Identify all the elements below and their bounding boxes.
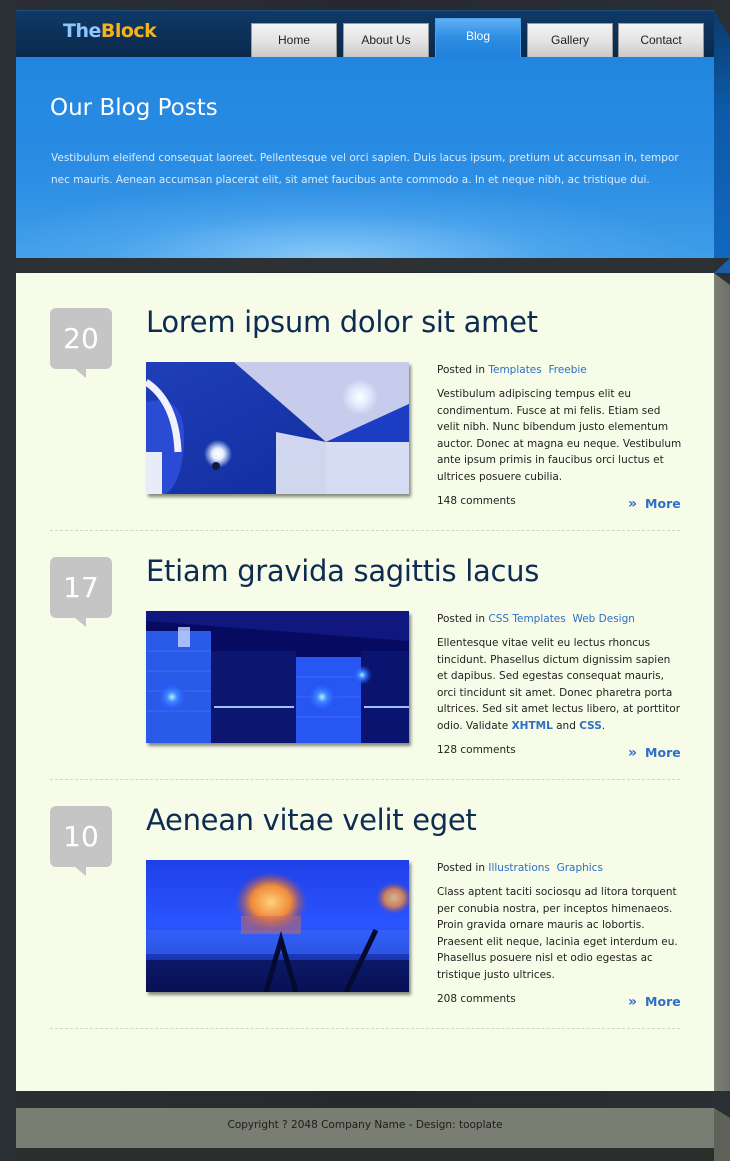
blog-post: 20 Lorem ipsum dolor sit amet Posted in …	[16, 273, 714, 531]
post-excerpt: Ellentesque vitae velit eu lectus rhoncu…	[437, 637, 681, 732]
post-meta: Posted in Illustrations Graphics	[437, 862, 603, 874]
double-chevron-right-icon: »	[628, 994, 638, 1010]
comment-count[interactable]: 208 comments	[437, 993, 516, 1005]
site-logo[interactable]: TheBlock	[63, 20, 157, 42]
double-chevron-right-icon: »	[628, 496, 638, 512]
post-date-badge: 20	[50, 308, 112, 369]
copyright-text: Copyright ? 2048 Company Name - Design: …	[227, 1119, 503, 1131]
date-badge-tail	[74, 866, 86, 876]
hero-banner: Our Blog Posts Vestibulum eleifend conse…	[16, 57, 714, 258]
nav-gallery[interactable]: Gallery	[527, 23, 613, 57]
css-link[interactable]: CSS	[579, 720, 602, 732]
footer-bottom-edge	[16, 1148, 714, 1161]
post-meta: Posted in Templates Freebie	[437, 364, 587, 376]
blog-post: 17 Etiam gravida sagittis lacus Posted i…	[16, 522, 714, 780]
category-link[interactable]: Freebie	[548, 364, 586, 376]
post-title[interactable]: Lorem ipsum dolor sit amet	[146, 305, 538, 339]
bathroom-photo	[146, 362, 409, 494]
post-title[interactable]: Etiam gravida sagittis lacus	[146, 554, 539, 588]
banner-text: Vestibulum eleifend consequat laoreet. P…	[51, 152, 679, 186]
content-side-bevel	[714, 273, 730, 1091]
comment-count[interactable]: 148 comments	[437, 495, 516, 507]
category-link[interactable]: Web Design	[572, 613, 634, 625]
category-link[interactable]: Illustrations	[488, 862, 550, 874]
post-image[interactable]	[146, 860, 409, 992]
page-title: Our Blog Posts	[50, 95, 218, 121]
nav-contact[interactable]: Contact	[618, 23, 704, 57]
more-link[interactable]: » More	[628, 496, 681, 512]
nav-home[interactable]: Home	[251, 23, 337, 57]
post-meta: Posted in CSS Templates Web Design	[437, 613, 635, 625]
nav-blog[interactable]: Blog	[435, 18, 521, 58]
interior-photo	[146, 611, 409, 743]
category-link[interactable]: Templates	[488, 364, 541, 376]
header-side-bevel	[714, 10, 730, 258]
section-gap	[16, 258, 714, 272]
logo-part-the: The	[63, 20, 101, 42]
site-footer: Copyright ? 2048 Company Name - Design: …	[16, 1108, 714, 1148]
candle-photo	[146, 860, 409, 992]
post-date-badge: 17	[50, 557, 112, 618]
post-image[interactable]	[146, 611, 409, 743]
logo-part-block: Block	[100, 20, 157, 42]
nav-about-us[interactable]: About Us	[343, 23, 429, 57]
date-badge-tail	[74, 617, 86, 627]
date-badge-tail	[74, 368, 86, 378]
category-link[interactable]: CSS Templates	[488, 613, 565, 625]
post-excerpt: Vestibulum adipiscing tempus elit eu con…	[437, 388, 682, 483]
xhtml-link[interactable]: XHTML	[512, 720, 553, 732]
category-link[interactable]: Graphics	[557, 862, 603, 874]
double-chevron-right-icon: »	[628, 745, 638, 761]
post-date-badge: 10	[50, 806, 112, 867]
more-link[interactable]: » More	[628, 994, 681, 1010]
comment-count[interactable]: 128 comments	[437, 744, 516, 756]
blog-post: 10 Aenean vitae velit eget Posted in Ill…	[16, 771, 714, 1029]
post-title[interactable]: Aenean vitae velit eget	[146, 803, 477, 837]
post-divider	[50, 1028, 680, 1029]
more-link[interactable]: » More	[628, 745, 681, 761]
post-image[interactable]	[146, 362, 409, 494]
blog-content: 20 Lorem ipsum dolor sit amet Posted in …	[16, 273, 714, 1091]
post-excerpt: Class aptent taciti sociosqu ad litora t…	[437, 886, 678, 981]
